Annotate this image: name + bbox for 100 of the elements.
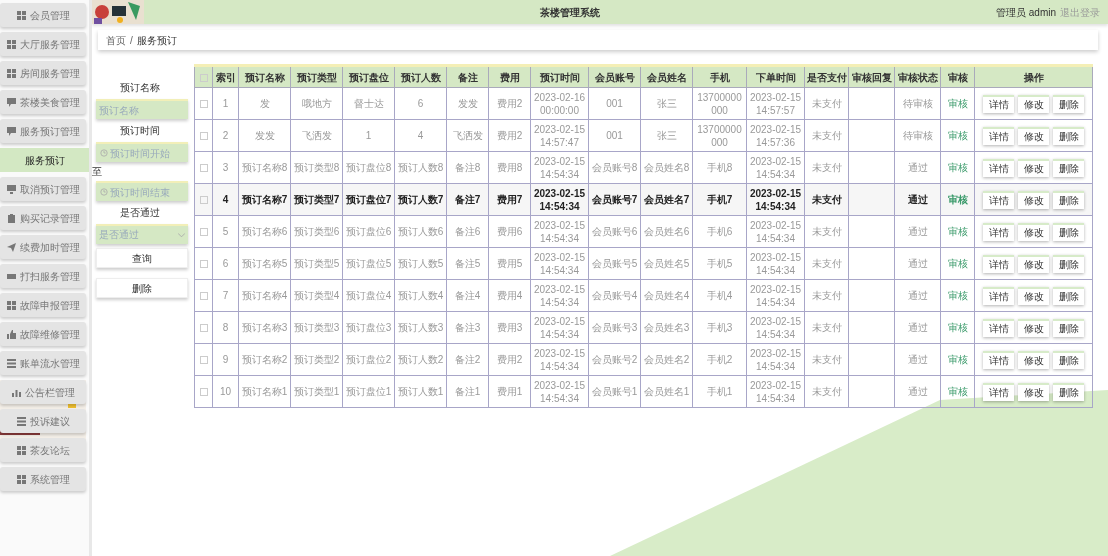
row-checkbox[interactable] [199, 356, 208, 365]
row-checkbox[interactable] [199, 260, 208, 269]
column-header: 预订人数 [394, 65, 447, 88]
row-checkbox[interactable] [199, 164, 208, 173]
table-cell: 通过 [894, 311, 941, 344]
sidebar-item[interactable]: 购买记录管理 [0, 206, 86, 230]
table-cell: 2023-02-15 14:54:34 [746, 215, 805, 248]
edit-button[interactable]: 修改 [1018, 126, 1049, 145]
sidebar-item[interactable]: 会员管理 [0, 3, 86, 27]
sidebar-item[interactable]: 投诉建议 [0, 409, 86, 433]
row-checkbox[interactable] [199, 292, 208, 301]
details-button[interactable]: 详情 [983, 254, 1014, 273]
review-link[interactable]: 审核 [947, 354, 968, 365]
row-checkbox[interactable] [199, 228, 208, 237]
table-cell: 预订类型3 [290, 311, 343, 344]
delete-button[interactable]: 删除 [1053, 94, 1084, 113]
breadcrumb-link[interactable]: 首页 [106, 32, 126, 48]
review-link[interactable]: 审核 [947, 258, 968, 269]
table-cell: 2023-02-15 14:54:34 [530, 375, 589, 408]
table-cell: 预订盘位5 [342, 247, 395, 280]
select-all-checkbox[interactable] [199, 73, 208, 82]
review-link[interactable]: 审核 [947, 162, 968, 173]
sidebar-item[interactable]: 取消预订管理 [0, 177, 86, 201]
sidebar-item[interactable]: 打扫服务管理 [0, 264, 86, 288]
sidebar-subitem[interactable]: 服务预订 [0, 148, 89, 172]
user-label: 管理员 admin [996, 5, 1056, 20]
search-button[interactable]: 查询 [96, 248, 188, 268]
edit-button[interactable]: 修改 [1018, 94, 1049, 113]
edit-button[interactable]: 修改 [1018, 318, 1049, 337]
row-checkbox[interactable] [199, 100, 208, 109]
details-button[interactable]: 详情 [983, 382, 1014, 401]
table-cell: 4 [394, 119, 447, 152]
table-cell: 会员账号7 [588, 183, 641, 216]
table-cell: 13700000000 [692, 87, 747, 120]
delete-button[interactable]: 删除 [1053, 382, 1084, 401]
table-cell: 发 [238, 87, 291, 120]
delete-button[interactable]: 删除 [1053, 318, 1084, 337]
edit-button[interactable]: 修改 [1018, 158, 1049, 177]
table-cell: 1 [342, 119, 395, 152]
delete-button[interactable]: 删除 [1053, 350, 1084, 369]
sidebar-item[interactable]: 续费加时管理 [0, 235, 86, 259]
sidebar-item[interactable]: 服务预订管理 [0, 119, 86, 143]
sidebar-item[interactable]: 账单流水管理 [0, 351, 86, 375]
delete-button[interactable]: 删除 [1053, 222, 1084, 241]
sidebar-item[interactable]: 故障申报管理 [0, 293, 86, 317]
sidebar-item[interactable]: 房间服务管理 [0, 61, 86, 85]
sidebar-item[interactable]: 茶楼美食管理 [0, 90, 86, 114]
details-button[interactable]: 详情 [983, 222, 1014, 241]
details-button[interactable]: 详情 [983, 350, 1014, 369]
field-label: 是否通过 [119, 206, 161, 220]
sidebar-item[interactable]: 系统管理 [0, 467, 86, 491]
edit-button[interactable]: 修改 [1018, 350, 1049, 369]
review-link[interactable]: 审核 [947, 290, 968, 301]
table-cell: 预订类型7 [290, 183, 343, 216]
column-header: 预订时间 [530, 65, 589, 88]
delete-button[interactable]: 删除 [1053, 286, 1084, 305]
edit-button[interactable]: 修改 [1018, 222, 1049, 241]
table-cell: 预订名称6 [238, 215, 291, 248]
delete-button[interactable]: 删除 [1053, 190, 1084, 209]
review-link[interactable]: 审核 [947, 386, 968, 397]
sidebar-item[interactable]: 故障维修管理 [0, 322, 86, 346]
edit-button[interactable]: 修改 [1018, 382, 1049, 401]
details-button[interactable]: 详情 [983, 94, 1014, 113]
review-link[interactable]: 审核 [947, 226, 968, 237]
table-cell: 未支付 [804, 247, 849, 280]
table-cell: 2023-02-15 14:57:47 [530, 119, 589, 152]
delete-button[interactable]: 删除 [1053, 158, 1084, 177]
table-cell: 未支付 [804, 375, 849, 408]
details-button[interactable]: 详情 [983, 286, 1014, 305]
sidebar-item[interactable]: 大厅服务管理 [0, 32, 86, 56]
details-button[interactable]: 详情 [983, 158, 1014, 177]
row-checkbox[interactable] [199, 132, 208, 141]
row-checkbox[interactable] [199, 388, 208, 397]
table-cell: 9 [212, 343, 239, 376]
table-cell: 001 [588, 87, 641, 120]
table-cell: 会员账号4 [588, 279, 641, 312]
delete-button[interactable]: 删除 [1053, 254, 1084, 273]
delete-button[interactable]: 删除 [96, 278, 188, 298]
table-cell: 1 [212, 87, 239, 120]
details-button[interactable]: 详情 [983, 318, 1014, 337]
sidebar-item[interactable]: 茶友论坛 [0, 438, 86, 462]
details-button[interactable]: 详情 [983, 190, 1014, 209]
table-cell: 会员姓名6 [640, 215, 693, 248]
table-cell: 2023-02-15 14:54:34 [530, 183, 589, 216]
table-cell: 会员账号6 [588, 215, 641, 248]
table-cell: 会员账号5 [588, 247, 641, 280]
row-checkbox[interactable] [199, 324, 208, 333]
delete-button[interactable]: 删除 [1053, 126, 1084, 145]
edit-button[interactable]: 修改 [1018, 190, 1049, 209]
table-cell: 2 [212, 119, 239, 152]
edit-button[interactable]: 修改 [1018, 254, 1049, 273]
row-checkbox[interactable] [199, 196, 208, 205]
edit-button[interactable]: 修改 [1018, 286, 1049, 305]
speech-bubble-icon [6, 97, 16, 107]
review-link[interactable]: 审核 [947, 322, 968, 333]
review-link[interactable]: 审核 [947, 130, 968, 141]
column-header: 下单时间 [746, 65, 805, 88]
sidebar-item[interactable]: 公告栏管理 [0, 380, 86, 404]
details-button[interactable]: 详情 [983, 126, 1014, 145]
review-link[interactable]: 审核 [947, 98, 968, 109]
